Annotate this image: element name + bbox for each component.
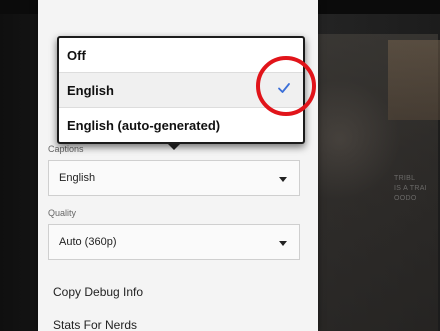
caption-option-label: Off (67, 47, 86, 63)
red-annotation-circle (256, 56, 316, 116)
captions-label: Captions (48, 144, 84, 154)
background-thumbnail (388, 40, 440, 120)
caption-option-label: English (67, 82, 114, 98)
background-text-1: TRIBL (394, 175, 416, 182)
captions-select-value: English (59, 172, 96, 184)
chevron-down-icon (279, 241, 287, 246)
caption-option-english-auto[interactable]: English (auto-generated) (59, 108, 303, 142)
background-text-2: IS A TRAI (394, 185, 427, 192)
copy-debug-info-button[interactable]: Copy Debug Info (53, 285, 143, 299)
caption-option-label: English (auto-generated) (67, 117, 221, 133)
background-text-3: OODO (394, 195, 417, 202)
quality-label: Quality (48, 208, 77, 218)
quality-select-value: Auto (360p) (59, 236, 117, 248)
quality-select[interactable]: Auto (360p) (48, 224, 300, 260)
stats-for-nerds-button[interactable]: Stats For Nerds (53, 318, 137, 331)
chevron-down-icon (279, 177, 287, 182)
captions-select[interactable]: English (48, 160, 300, 196)
dropdown-pointer (166, 142, 182, 150)
